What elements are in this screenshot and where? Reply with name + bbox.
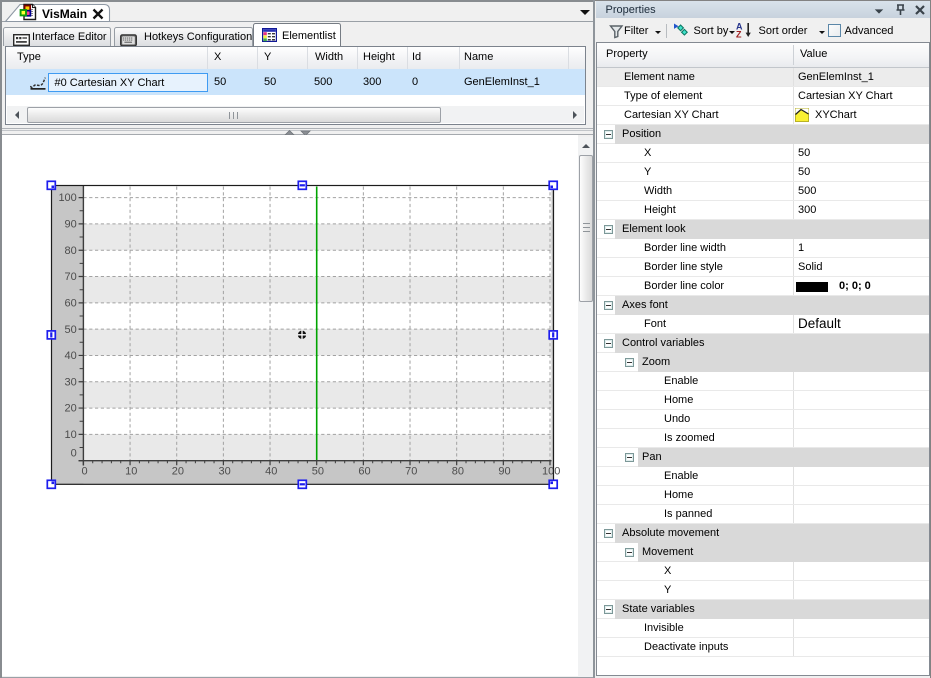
svg-text:100: 100	[58, 192, 76, 204]
svg-text:40: 40	[65, 350, 77, 362]
svg-text:10: 10	[125, 466, 137, 478]
svg-text:80: 80	[452, 466, 464, 478]
svg-text:60: 60	[65, 297, 77, 309]
svg-text:20: 20	[65, 403, 77, 415]
svg-text:70: 70	[65, 271, 77, 283]
svg-text:70: 70	[405, 466, 417, 478]
svg-text:0: 0	[82, 466, 88, 478]
svg-text:40: 40	[265, 466, 277, 478]
svg-text:20: 20	[172, 466, 184, 478]
svg-text:Z: Z	[736, 29, 742, 39]
svg-text:0: 0	[71, 448, 77, 460]
svg-text:80: 80	[65, 245, 77, 257]
svg-text:30: 30	[65, 376, 77, 388]
svg-text:30: 30	[218, 466, 230, 478]
svg-text:90: 90	[498, 466, 510, 478]
svg-text:100: 100	[542, 466, 560, 478]
svg-text:90: 90	[65, 219, 77, 231]
svg-text:50: 50	[312, 466, 324, 478]
svg-text:10: 10	[65, 429, 77, 441]
svg-text:60: 60	[358, 466, 370, 478]
svg-text:50: 50	[65, 324, 77, 336]
